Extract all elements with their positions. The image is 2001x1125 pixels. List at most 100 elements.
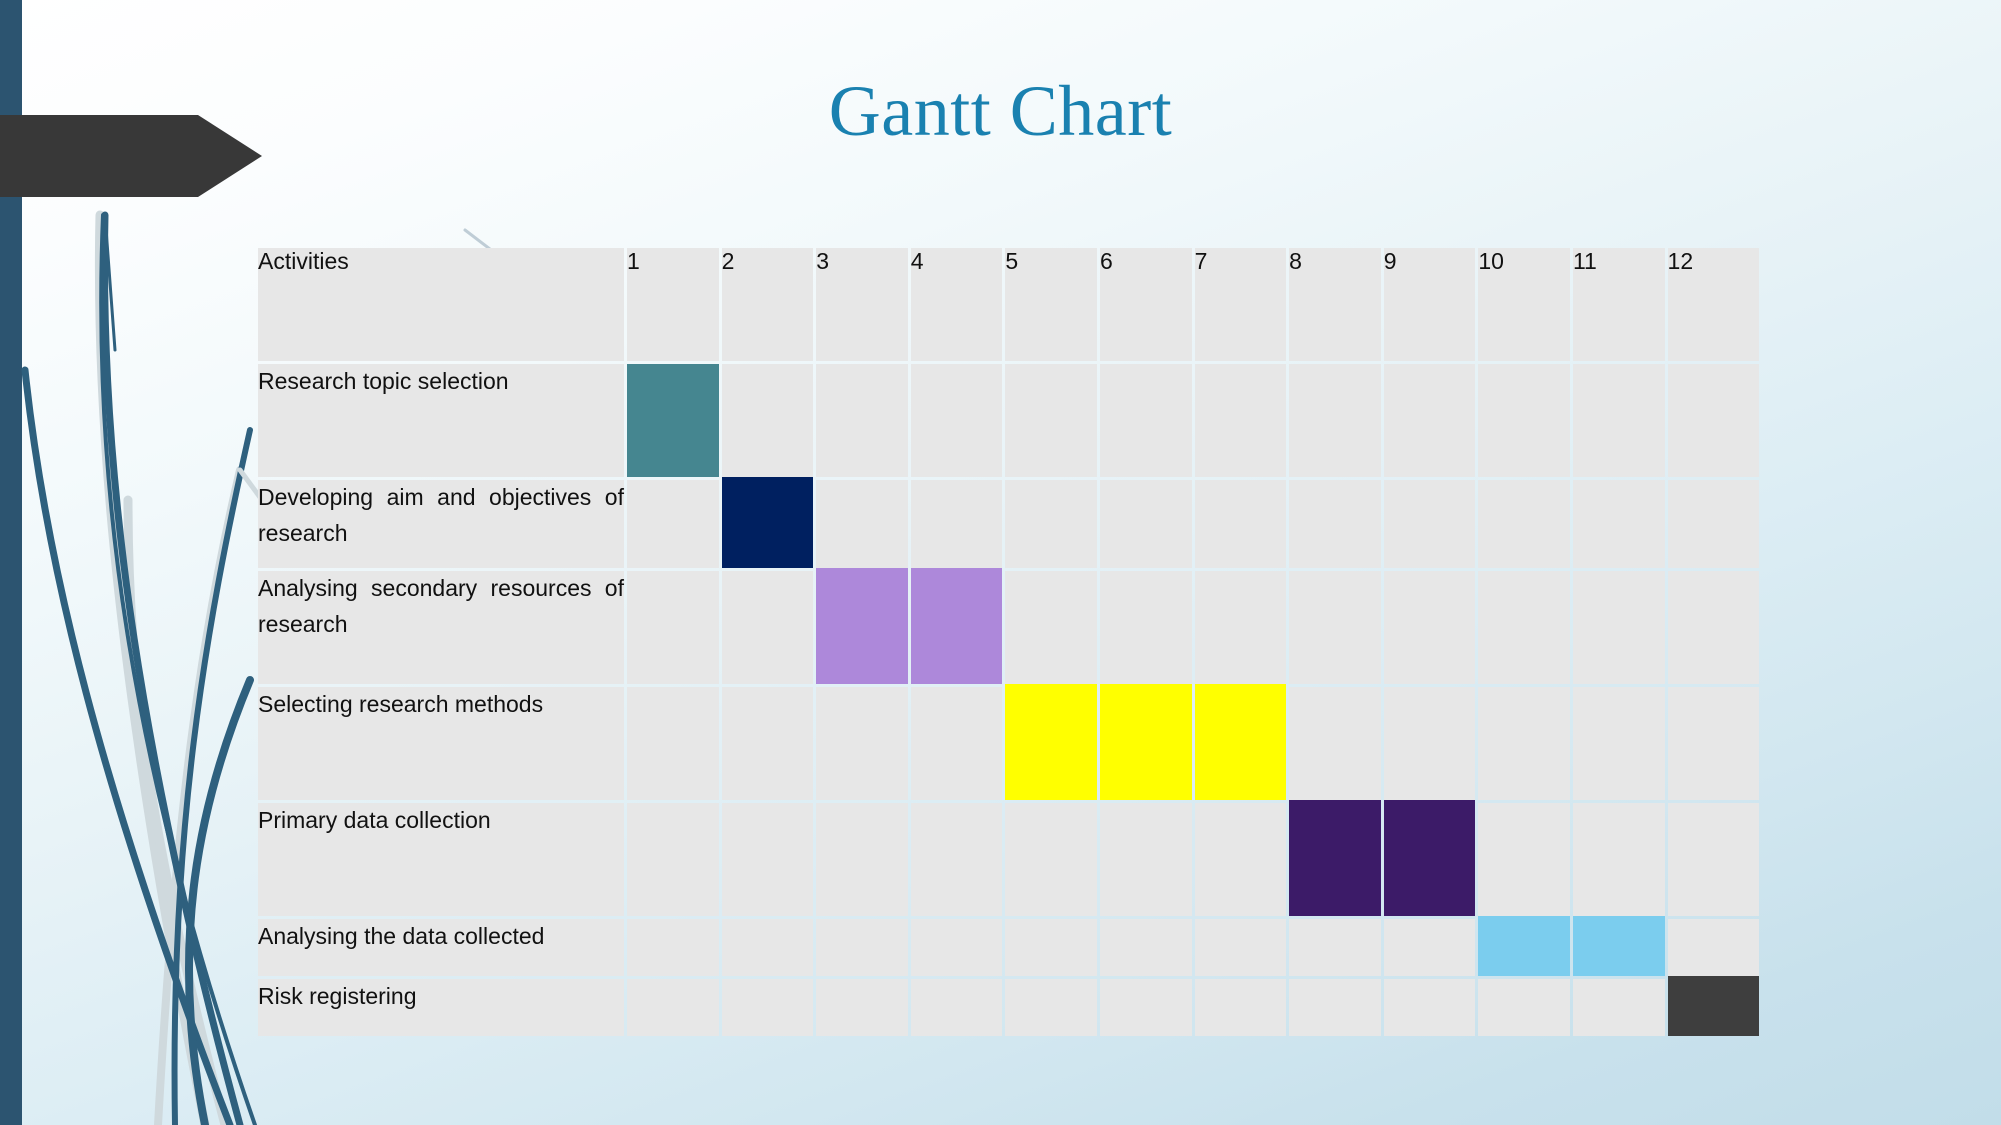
gantt-cell-3-4 [910,687,1003,800]
gantt-bar-2b [910,568,1003,684]
gantt-cell-1-3 [816,480,908,568]
gantt-cell-4-11 [1572,803,1665,916]
gantt-cell-3-5 [1005,684,1097,800]
gantt-bar-0 [627,364,719,477]
gantt-cell-2-5 [1005,571,1097,684]
table-header-row: Activities 1 2 3 4 5 6 7 8 9 10 11 12 [258,248,1760,361]
gantt-cell-2-3 [816,568,908,684]
gantt-cell-5-2 [721,919,814,976]
column-header-week-9: 9 [1383,248,1476,361]
activity-label-4: Primary data collection [258,803,624,916]
gantt-table-body: Research topic selection Developing aim … [258,364,1760,1036]
gantt-cell-2-11 [1572,571,1665,684]
gantt-cell-0-12 [1667,364,1760,477]
column-header-activities: Activities [258,248,624,361]
column-header-week-2: 2 [721,248,814,361]
gantt-bar-5a [1478,916,1570,976]
gantt-cell-6-7 [1194,979,1287,1036]
gantt-cell-1-10 [1478,480,1570,568]
gantt-cell-1-4 [910,480,1003,568]
gantt-cell-4-2 [721,803,814,916]
gantt-bar-4a [1289,800,1381,916]
gantt-cell-1-11 [1572,480,1665,568]
gantt-cell-4-7 [1194,803,1287,916]
gantt-bar-3a [1005,684,1097,800]
gantt-cell-0-11 [1572,364,1665,477]
activity-label-3: Selecting research methods [258,687,624,800]
gantt-cell-3-9 [1383,687,1476,800]
table-row: Selecting research methods [258,684,1760,800]
gantt-cell-2-9 [1383,571,1476,684]
gantt-chart: Activities 1 2 3 4 5 6 7 8 9 10 11 12 Re… [255,245,1760,1039]
gantt-cell-2-4 [910,568,1003,684]
gantt-cell-3-7 [1194,684,1287,800]
gantt-cell-1-8 [1289,480,1381,568]
gantt-cell-2-7 [1194,571,1287,684]
gantt-cell-5-1 [627,919,719,976]
gantt-cell-3-2 [721,687,814,800]
gantt-cell-5-5 [1005,919,1097,976]
gantt-cell-3-10 [1478,687,1570,800]
gantt-cell-2-8 [1289,571,1381,684]
gantt-cell-3-3 [816,687,908,800]
activity-label-0: Research topic selection [258,364,624,477]
activity-label-1: Developing aim and objectives of researc… [258,480,624,568]
column-header-week-11: 11 [1572,248,1665,361]
gantt-cell-0-5 [1005,364,1097,477]
column-header-week-1: 1 [627,248,719,361]
gantt-bar-6 [1667,976,1760,1036]
gantt-cell-4-9 [1383,800,1476,916]
column-header-week-4: 4 [910,248,1003,361]
activity-label-6: Risk registering [258,979,624,1036]
gantt-table: Activities 1 2 3 4 5 6 7 8 9 10 11 12 Re… [255,245,1762,1039]
gantt-cell-1-2 [721,477,814,568]
gantt-cell-5-8 [1289,919,1381,976]
gantt-cell-5-11 [1572,916,1665,976]
gantt-bar-5b [1572,916,1665,976]
gantt-cell-0-8 [1289,364,1381,477]
column-header-week-8: 8 [1289,248,1381,361]
gantt-cell-4-5 [1005,803,1097,916]
gantt-cell-4-12 [1667,803,1760,916]
gantt-cell-6-4 [910,979,1003,1036]
activity-label-5: Analysing the data collected [258,919,624,976]
gantt-cell-6-1 [627,979,719,1036]
column-header-week-3: 3 [816,248,908,361]
gantt-cell-4-1 [627,803,719,916]
gantt-cell-1-9 [1383,480,1476,568]
gantt-cell-1-12 [1667,480,1760,568]
gantt-cell-6-2 [721,979,814,1036]
gantt-cell-5-3 [816,919,908,976]
page-title: Gantt Chart [828,71,1173,151]
gantt-cell-6-10 [1478,979,1570,1036]
column-header-week-6: 6 [1099,248,1192,361]
gantt-cell-6-8 [1289,979,1381,1036]
gantt-cell-1-1 [627,480,719,568]
gantt-cell-2-6 [1099,571,1192,684]
gantt-cell-4-6 [1099,803,1192,916]
table-row: Risk registering [258,976,1760,1036]
column-header-week-12: 12 [1667,248,1760,361]
gantt-cell-3-6 [1099,684,1192,800]
gantt-cell-5-10 [1478,916,1570,976]
gantt-cell-2-2 [721,571,814,684]
gantt-cell-6-12 [1667,976,1760,1036]
gantt-cell-6-3 [816,979,908,1036]
gantt-cell-3-1 [627,687,719,800]
activity-label-2: Analysing secondary resources of researc… [258,571,624,684]
gantt-cell-4-10 [1478,803,1570,916]
gantt-cell-6-6 [1099,979,1192,1036]
gantt-cell-0-10 [1478,364,1570,477]
table-row: Primary data collection [258,800,1760,916]
gantt-cell-3-12 [1667,687,1760,800]
gantt-bar-3b [1099,684,1192,800]
table-row: Research topic selection [258,364,1760,477]
gantt-cell-1-7 [1194,480,1287,568]
gantt-bar-3c [1194,684,1287,800]
gantt-cell-5-7 [1194,919,1287,976]
gantt-cell-4-4 [910,803,1003,916]
gantt-cell-2-12 [1667,571,1760,684]
gantt-cell-3-11 [1572,687,1665,800]
gantt-cell-5-12 [1667,919,1760,976]
gantt-cell-4-3 [816,803,908,916]
